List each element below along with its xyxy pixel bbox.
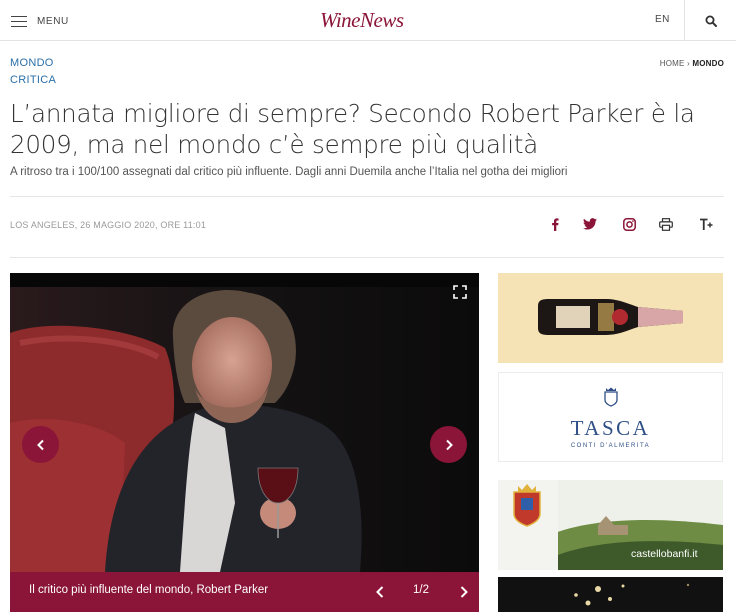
print-button[interactable] [656,214,676,234]
hamburger-icon [11,15,27,27]
facebook-share-button[interactable] [545,214,565,234]
twitter-icon [583,218,597,230]
text-size-icon [700,218,713,230]
tasca-tagline: CONTI D'ALMERITA [570,443,651,449]
caption-prev-icon[interactable] [372,583,388,601]
champagne-ad[interactable] [498,273,723,363]
search-button[interactable] [684,0,736,41]
instagram-share-button[interactable] [619,214,639,234]
gallery-prev-button[interactable] [22,426,59,463]
article-dateline: LOS ANGELES, 26 MAGGIO 2020, ORE 11:01 [10,220,207,230]
sparkling-ad[interactable] [498,577,723,612]
breadcrumb: HOME › MONDO [660,59,724,68]
text-size-button[interactable] [696,214,716,234]
section-link[interactable]: MONDO [10,57,54,69]
menu-label: MENU [37,15,69,27]
breadcrumb-current[interactable]: MONDO [692,59,724,68]
castello-banfi-ad[interactable]: castellobanfi.it [498,480,723,570]
divider [10,196,724,197]
expand-icon[interactable] [453,285,467,299]
site-logo[interactable]: WineNews [320,8,404,33]
chevron-left-icon [36,439,44,450]
gallery-caption: Il critico più influente del mondo, Robe… [29,584,269,596]
article-subtitle: A ritroso tra i 100/100 assegnati dal cr… [10,166,568,178]
article-title: L’annata migliore di sempre? Secondo Rob… [10,99,695,159]
facebook-icon [552,217,559,231]
gallery-next-button[interactable] [430,426,467,463]
tasca-brand: TASCA [570,416,651,440]
gallery-counter: 1/2 [413,584,429,596]
photo-gallery[interactable]: Il critico più influente del mondo, Robe… [10,273,479,612]
champagne-bottle-image [538,299,683,335]
gallery-caption-bar: Il critico più influente del mondo, Robe… [10,572,479,612]
castello-banfi-url: castellobanfi.it [631,548,698,560]
tasca-ad[interactable]: TASCA CONTI D'ALMERITA [498,372,723,462]
divider [10,257,724,258]
category-link[interactable]: CRITICA [10,74,56,86]
twitter-share-button[interactable] [580,214,600,234]
gallery-photo [10,273,479,572]
caption-next-icon[interactable] [456,583,472,601]
tasca-crest-icon [604,387,618,407]
print-icon [659,217,673,231]
language-switch[interactable]: EN [655,14,670,25]
search-icon [705,15,717,27]
menu-button[interactable]: MENU [11,13,69,29]
breadcrumb-home[interactable]: HOME [660,59,685,68]
instagram-icon [622,217,636,231]
chevron-right-icon [445,439,453,450]
breadcrumb-separator: › [687,59,690,68]
bubbles-image [574,583,690,606]
top-navbar: MENU WineNews EN [0,0,736,41]
